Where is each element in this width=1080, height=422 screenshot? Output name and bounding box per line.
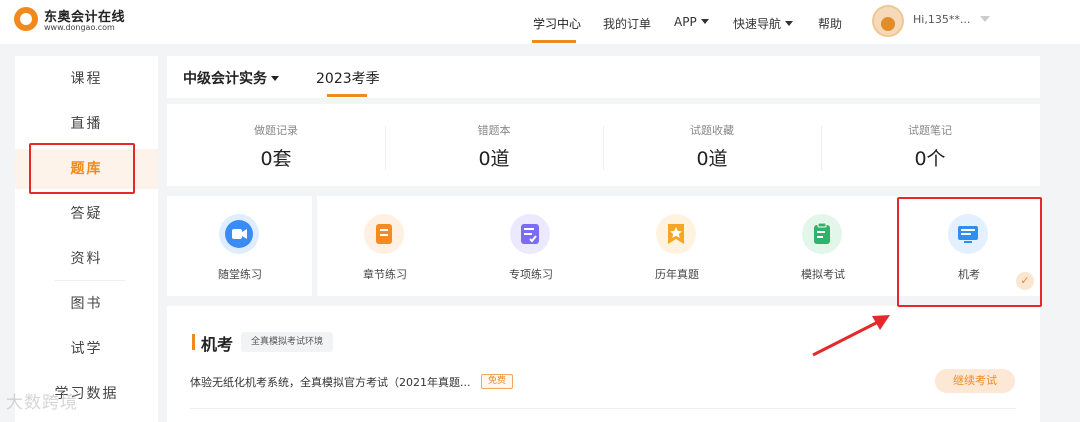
site-logo[interactable]: 东奥会计在线 www.dongao.com <box>14 6 125 36</box>
section-tag: 全真模拟考试环境 <box>241 332 334 352</box>
subject-label: 中级会计实务 <box>183 71 267 87</box>
video-icon <box>219 214 259 254</box>
stat-practice-records[interactable]: 做题记录 0套 <box>167 104 385 186</box>
sidebar-item-trial[interactable]: 试学 <box>15 329 158 369</box>
subject-selector[interactable]: 中级会计实务 <box>183 68 279 88</box>
exam-description: 体验无纸化机考系统，全真模拟官方考试（2021年真题... <box>190 376 471 389</box>
username[interactable]: Hi,135**... <box>913 13 970 26</box>
chevron-down-icon <box>271 76 279 81</box>
stat-label: 做题记录 <box>254 124 298 137</box>
clipboard-icon <box>802 214 842 254</box>
nav-quick-nav[interactable]: 快速导航 <box>733 15 794 32</box>
mode-mock-exam[interactable]: 模拟考试 <box>750 196 896 296</box>
nav-learning-center[interactable]: 学习中心 <box>533 15 581 32</box>
mode-special-practice[interactable]: 专项练习 <box>458 196 604 296</box>
stat-value: 0道 <box>478 148 510 170</box>
watermark: 大数跨境 <box>6 393 78 413</box>
sidebar-divider <box>55 280 125 281</box>
highlight-box-question-bank <box>29 143 135 194</box>
chevron-down-icon <box>700 19 709 24</box>
stat-value: 0个 <box>914 148 946 170</box>
season-active-indicator <box>327 94 367 97</box>
section-title: 机考 <box>201 335 234 354</box>
nav-help[interactable]: 帮助 <box>818 15 842 32</box>
nav-quick-nav-label: 快速导航 <box>733 17 782 31</box>
avatar[interactable] <box>872 5 904 37</box>
sidebar-item-books[interactable]: 图书 <box>15 284 158 324</box>
top-navbar: 东奥会计在线 www.dongao.com 学习中心 我的订单 APP 快速导航… <box>0 0 1080 44</box>
free-badge: 免费 <box>481 374 514 389</box>
stat-favorites[interactable]: 试题收藏 0道 <box>603 104 821 186</box>
stat-label: 试题收藏 <box>690 124 734 137</box>
section-divider <box>190 408 1016 409</box>
nav-app-label: APP <box>674 15 697 29</box>
mode-label: 随堂练习 <box>218 268 262 281</box>
sidebar-item-courses[interactable]: 课程 <box>15 59 158 99</box>
tab-season[interactable]: 2023考季 <box>316 68 380 88</box>
mode-label: 历年真题 <box>655 268 699 281</box>
user-menu-chevron-icon[interactable] <box>980 16 990 22</box>
continue-exam-button[interactable]: 继续考试 <box>935 369 1015 393</box>
logo-url: www.dongao.com <box>44 23 115 32</box>
highlight-box-computer-exam <box>897 197 1042 307</box>
stat-value: 0套 <box>260 148 292 170</box>
book-icon <box>364 214 404 254</box>
mode-label: 章节练习 <box>363 268 407 281</box>
stat-label: 错题本 <box>477 124 511 137</box>
stat-wrong-questions[interactable]: 错题本 0道 <box>385 104 603 186</box>
subject-bar: 中级会计实务 2023考季 <box>167 56 1040 98</box>
nav-app[interactable]: APP <box>674 15 709 29</box>
mode-label: 模拟考试 <box>801 268 845 281</box>
mode-label: 专项练习 <box>509 268 553 281</box>
checklist-icon <box>510 214 550 254</box>
nav-active-indicator <box>532 40 576 43</box>
sidebar: 课程 直播 题库 答疑 资料 图书 试学 学习数据 <box>15 56 158 422</box>
stat-label: 试题笔记 <box>908 124 952 137</box>
logo-icon <box>14 7 38 31</box>
sidebar-item-live[interactable]: 直播 <box>15 104 158 144</box>
stat-notes[interactable]: 试题笔记 0个 <box>821 104 1039 186</box>
chevron-down-icon <box>785 21 794 26</box>
section-accent-bar <box>192 334 195 350</box>
nav-my-orders[interactable]: 我的订单 <box>603 15 651 32</box>
mode-chapter-practice[interactable]: 章节练习 <box>312 196 458 296</box>
computer-exam-section: 机考 全真模拟考试环境 体验无纸化机考系统，全真模拟官方考试（2021年真题..… <box>167 306 1040 422</box>
stats-panel: 做题记录 0套 错题本 0道 试题收藏 0道 试题笔记 0个 <box>167 104 1040 186</box>
mode-past-exams[interactable]: 历年真题 <box>604 196 750 296</box>
stat-value: 0道 <box>696 148 728 170</box>
sidebar-item-materials[interactable]: 资料 <box>15 239 158 279</box>
sidebar-item-qa[interactable]: 答疑 <box>15 194 158 234</box>
mode-in-class-practice[interactable]: 随堂练习 <box>167 196 313 296</box>
star-bookmark-icon <box>656 214 696 254</box>
